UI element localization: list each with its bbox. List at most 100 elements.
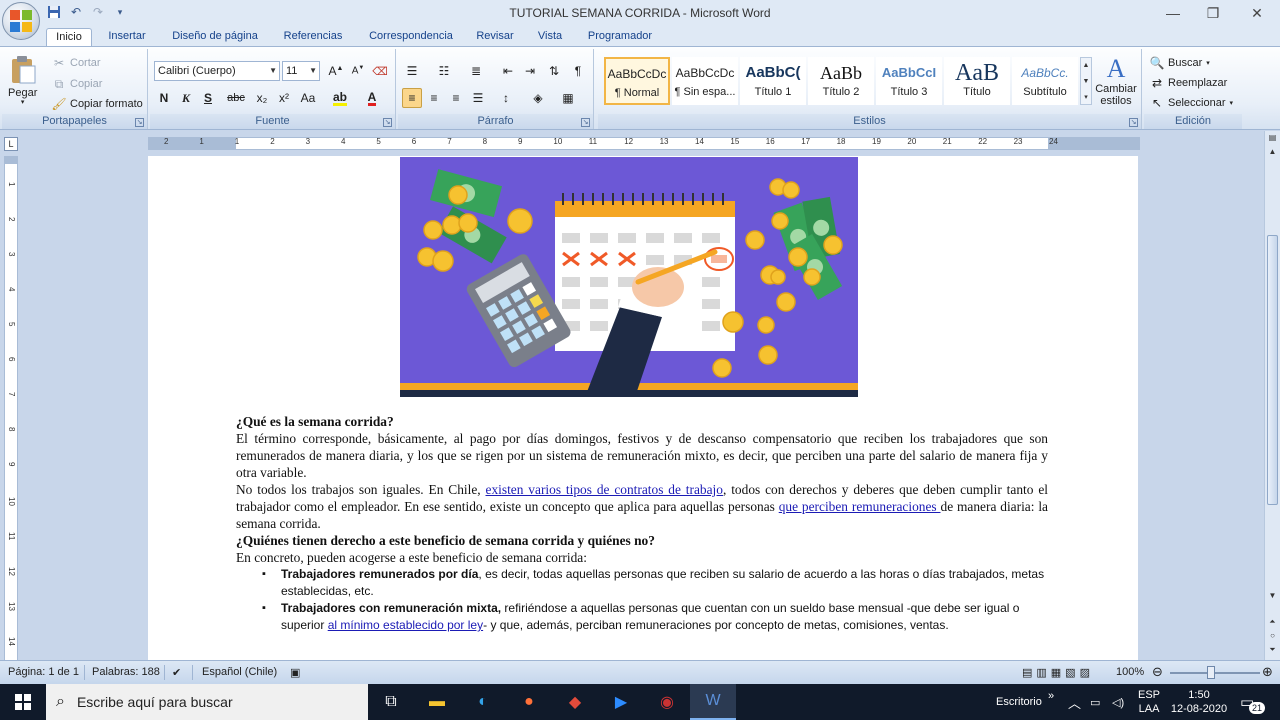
shading-button[interactable]: ◈ xyxy=(528,88,548,108)
office-button[interactable] xyxy=(2,2,40,40)
chevron-up-icon[interactable]: » xyxy=(1048,678,1054,714)
document-body[interactable]: ¿Qué es la semana corrida? El término co… xyxy=(236,413,1048,566)
word-taskbar-icon[interactable]: W xyxy=(690,684,736,720)
decrease-indent-button[interactable]: ⇤ xyxy=(498,61,518,81)
bold-button[interactable]: N xyxy=(154,88,174,108)
close-button[interactable]: ✕ xyxy=(1234,0,1280,26)
superscript-button[interactable]: x² xyxy=(274,88,294,108)
paragraph-launcher-icon[interactable]: ↘ xyxy=(581,118,590,127)
style-heading-3[interactable]: AaBbCcI Título 3 xyxy=(876,57,942,105)
language-indicator[interactable]: Español (Chile) xyxy=(202,666,277,678)
find-button[interactable]: 🔍 Buscar ▾ xyxy=(1150,56,1210,70)
replace-button[interactable]: ⇄ Reemplazar xyxy=(1150,76,1227,90)
restore-button[interactable]: ❐ xyxy=(1190,0,1236,26)
paste-button[interactable]: Pegar ▾ xyxy=(8,55,37,106)
macro-record-icon[interactable]: ▣ xyxy=(290,666,300,679)
change-case-button[interactable]: Aa xyxy=(298,88,318,108)
zoom-out-icon[interactable]: ⊖ xyxy=(1152,664,1163,680)
task-view-icon[interactable]: ⧉ xyxy=(368,684,414,720)
view-ruler-icon[interactable]: ▤ xyxy=(1267,133,1278,145)
clipboard-launcher-icon[interactable]: ↘ xyxy=(135,118,144,127)
scroll-up-icon[interactable]: ▲ xyxy=(1267,147,1278,159)
style-heading-1[interactable]: AaBbC( Título 1 xyxy=(740,57,806,105)
browse-object-icon[interactable]: ○ xyxy=(1267,631,1278,643)
borders-button[interactable]: ▦ xyxy=(558,88,578,108)
align-right-button[interactable]: ≡ xyxy=(446,88,466,108)
italic-button[interactable]: K xyxy=(176,88,196,108)
style-no-spacing[interactable]: AaBbCcDc ¶ Sin espa... xyxy=(672,57,738,105)
horizontal-ruler[interactable]: 2 1 1 2 3 4 5 6 7 8 9 10 11 12 13 14 15 16 17 18 19 20 21 22 23 2… xyxy=(148,137,1140,150)
tab-inicio[interactable]: Inicio xyxy=(46,28,92,47)
notifications-button[interactable]: ▭ 21 xyxy=(1240,684,1266,720)
document-page[interactable]: ¿Qué es la semana corrida? El término co… xyxy=(148,156,1138,660)
clear-format-button[interactable]: ⌫ xyxy=(370,61,390,81)
start-button[interactable] xyxy=(0,684,46,720)
strikethrough-button[interactable]: abc xyxy=(226,88,246,108)
show-marks-button[interactable]: ¶ xyxy=(568,61,588,81)
tab-programador[interactable]: Programador xyxy=(582,28,658,47)
styles-launcher-icon[interactable]: ↘ xyxy=(1129,118,1138,127)
vertical-ruler[interactable]: 1 2 3 4 5 6 7 8 9 10 11 12 13 14 xyxy=(4,156,18,660)
scroll-down-icon[interactable]: ▼ xyxy=(1267,591,1278,603)
zoom-level[interactable]: 100% xyxy=(1116,666,1144,678)
style-normal[interactable]: AaBbCcDc ¶ Normal xyxy=(604,57,670,105)
spelling-check-icon[interactable]: ✔ xyxy=(172,666,181,679)
next-page-icon[interactable]: ⏷ xyxy=(1267,645,1278,657)
font-size-combo[interactable]: 11 ▼ xyxy=(282,61,320,81)
line-spacing-button[interactable]: ↕ xyxy=(496,88,516,108)
styles-gallery-scroll[interactable]: ▲ ▼ ▾ xyxy=(1080,57,1092,105)
previous-page-icon[interactable]: ⏶ xyxy=(1267,617,1278,629)
tab-revisar[interactable]: Revisar xyxy=(472,28,518,47)
cut-button[interactable]: ✂ Cortar xyxy=(52,56,101,70)
view-buttons[interactable]: ▤▥▦▧▨ xyxy=(1022,666,1094,679)
link-tipos-contratos[interactable]: existen varios tipos de contratos de tra… xyxy=(486,482,723,497)
document-area[interactable]: ¿Qué es la semana corrida? El término co… xyxy=(22,156,1264,660)
subscript-button[interactable]: x₂ xyxy=(252,88,272,108)
zoom-slider[interactable] xyxy=(1170,672,1260,674)
justify-button[interactable]: ☰ xyxy=(468,88,488,108)
format-painter-button[interactable]: 🖌 Copiar formato xyxy=(51,97,142,111)
font-name-combo[interactable]: Calibri (Cuerpo) ▼ xyxy=(154,61,280,81)
link-perciben-remuneraciones[interactable]: que perciben remuneraciones xyxy=(779,499,941,514)
firefox-icon[interactable]: ● xyxy=(506,684,552,720)
language-switcher[interactable]: ESP LAA xyxy=(1138,684,1160,720)
style-heading-2[interactable]: AaBb Título 2 xyxy=(808,57,874,105)
tab-referencias[interactable]: Referencias xyxy=(278,28,348,47)
tab-diseno-pagina[interactable]: Diseño de página xyxy=(166,28,264,47)
record-app-icon[interactable]: ◉ xyxy=(644,684,690,720)
volume-icon[interactable]: ◁) xyxy=(1112,684,1124,720)
copy-button[interactable]: ⧉ Copiar xyxy=(52,77,103,91)
numbering-button[interactable]: ☷ xyxy=(434,61,454,81)
tab-correspondencia[interactable]: Correspondencia xyxy=(362,28,460,47)
file-explorer-icon[interactable]: ▬ xyxy=(414,684,460,720)
tab-vista[interactable]: Vista xyxy=(530,28,570,47)
grow-font-button[interactable]: A▲ xyxy=(326,61,346,81)
scroll-thumb[interactable] xyxy=(1267,235,1278,505)
align-left-button[interactable]: ≡ xyxy=(402,88,422,108)
zoom-in-icon[interactable]: ⊕ xyxy=(1262,664,1273,680)
style-title[interactable]: AaB Título xyxy=(944,57,1010,105)
underline-button[interactable]: S xyxy=(198,88,218,108)
network-icon[interactable]: ▭ xyxy=(1090,684,1100,720)
bullets-button[interactable]: ☰ xyxy=(402,61,422,81)
zoom-app-icon[interactable]: ▶ xyxy=(598,684,644,720)
desktop-label[interactable]: Escritorio xyxy=(996,684,1042,720)
show-hidden-icons[interactable]: ︿ xyxy=(1068,684,1081,720)
style-subtitle[interactable]: AaBbCc. Subtítulo xyxy=(1012,57,1078,105)
font-launcher-icon[interactable]: ↘ xyxy=(383,118,392,127)
edge-browser-icon[interactable]: ◐ xyxy=(460,684,506,720)
increase-indent-button[interactable]: ⇥ xyxy=(520,61,540,81)
shrink-font-button[interactable]: A▼ xyxy=(348,61,368,81)
screen-recorder-icon[interactable]: ◆ xyxy=(552,684,598,720)
zoom-slider-thumb[interactable] xyxy=(1207,666,1215,679)
vertical-scrollbar[interactable]: ▤ ▲ ▼ ⏶ ○ ⏷ xyxy=(1264,131,1280,660)
select-button[interactable]: ↖ Seleccionar ▾ xyxy=(1150,96,1233,110)
clock[interactable]: 1:50 12-08-2020 xyxy=(1168,684,1230,720)
align-center-button[interactable]: ≡ xyxy=(424,88,444,108)
tab-selector-icon[interactable]: L xyxy=(4,137,18,151)
change-styles-button[interactable]: A Cambiar estilos xyxy=(1094,55,1138,108)
page-count[interactable]: Página: 1 de 1 xyxy=(8,666,79,678)
tab-insertar[interactable]: Insertar xyxy=(102,28,152,47)
multilevel-list-button[interactable]: ≣ xyxy=(466,61,486,81)
font-color-button[interactable]: A xyxy=(362,88,382,108)
